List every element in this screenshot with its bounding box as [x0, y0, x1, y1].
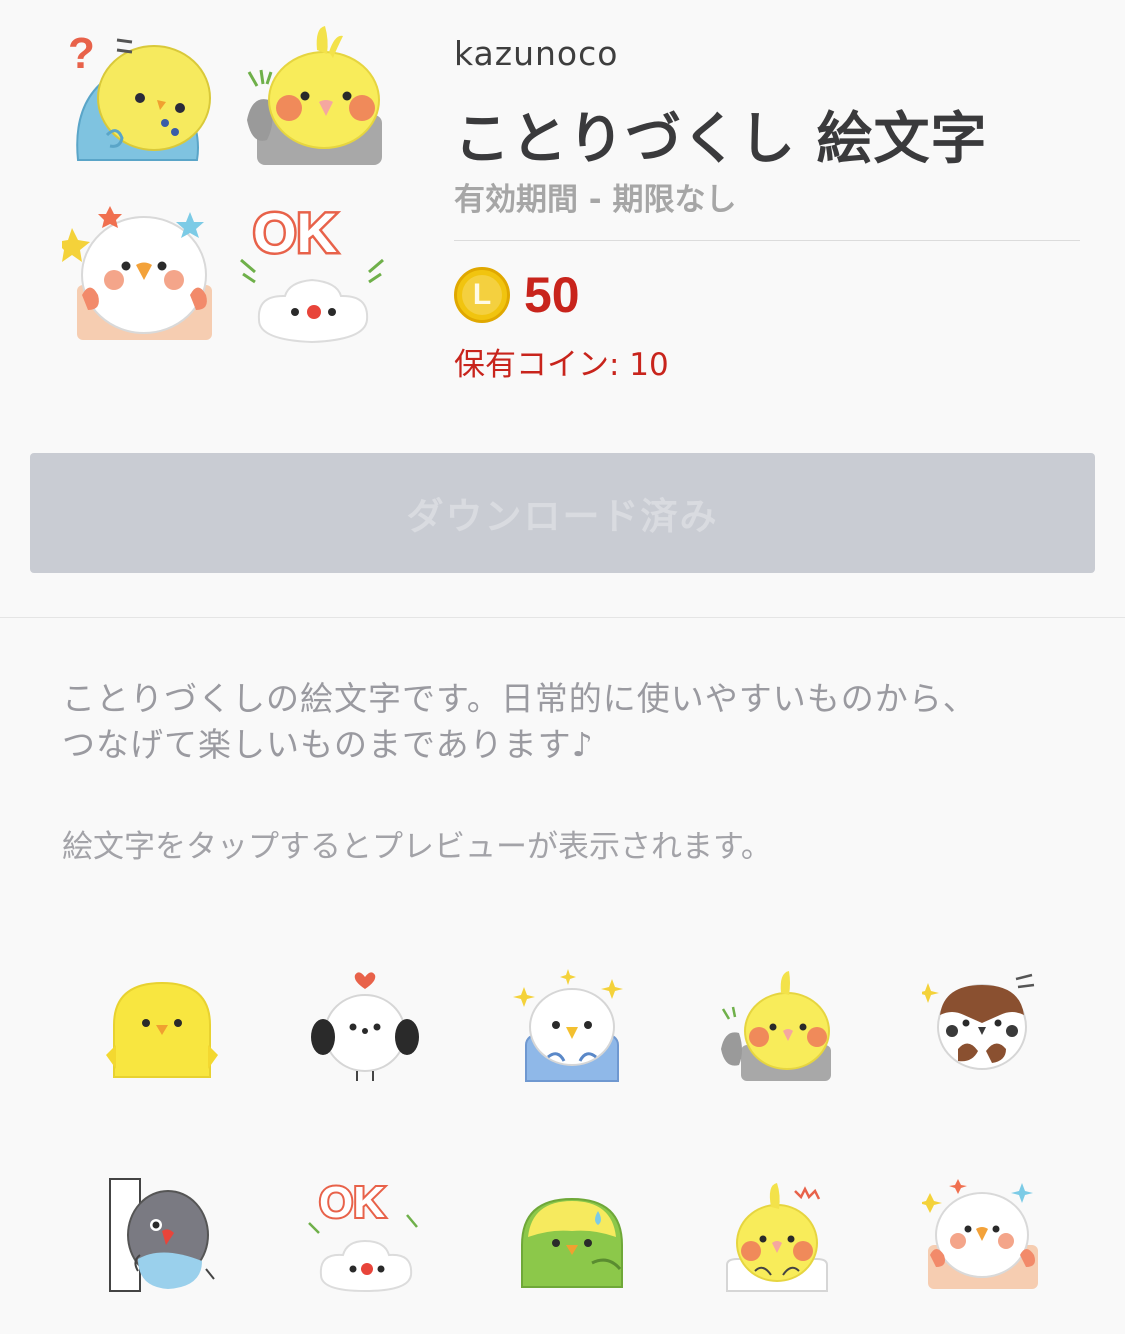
price-row: L 50	[454, 265, 1080, 325]
info-divider	[454, 240, 1080, 241]
thumbnail-preview: ? OK	[62, 20, 402, 350]
white-bird-heart-emoji[interactable]	[307, 965, 427, 1085]
lovebird-peek-emoji[interactable]	[102, 1175, 222, 1295]
preview-hint: 絵文字をタップするとプレビューが表示されます。	[62, 829, 772, 865]
green-parakeet-sweat-emoji[interactable]	[512, 1175, 632, 1295]
sticker-info: kazunoco ことりづくし 絵文字 有効期間 - 期限なし L 50 保有コ…	[454, 32, 1080, 385]
ok-bird-thumbnail: OK	[240, 200, 384, 344]
question-mark-text: ?	[68, 29, 95, 78]
parakeet-question-thumbnail: ?	[68, 29, 211, 161]
white-bird-peace-thumbnail	[62, 206, 212, 340]
description-line-1: ことりづくしの絵文字です。日常的に使いやすいものから、	[62, 679, 977, 718]
description: ことりづくしの絵文字です。日常的に使いやすいものから、 つなげて楽しいものまであ…	[62, 676, 1082, 768]
java-sparrow-ok-emoji[interactable]: OK	[307, 1175, 427, 1295]
downloaded-button[interactable]: ダウンロード済み	[30, 453, 1095, 573]
price-value: 50	[524, 267, 580, 323]
ok-text-small: OK	[319, 1178, 385, 1227]
sticker-header: ? OK kazunoco ことりづくし 絵文字 有効期間 - 期限なし L 5…	[0, 0, 1125, 440]
sparrow-emoji[interactable]	[922, 965, 1042, 1085]
author-name[interactable]: kazunoco	[454, 32, 1080, 76]
white-bird-peace-emoji[interactable]	[922, 1175, 1042, 1295]
description-line-2: つなげて楽しいものまであります♪	[62, 725, 594, 764]
ok-text: OK	[253, 201, 337, 264]
blue-parakeet-sparkle-emoji[interactable]	[512, 965, 632, 1085]
owned-coins: 保有コイン: 10	[454, 347, 669, 383]
section-divider	[0, 617, 1125, 618]
sticker-title: ことりづくし 絵文字	[454, 107, 988, 172]
yellow-chick-emoji[interactable]	[102, 965, 222, 1085]
cockatiel-thumbnail	[247, 26, 382, 165]
line-coin-icon: L	[454, 267, 510, 323]
cockatiel-surprised-emoji[interactable]	[717, 1175, 837, 1295]
validity-period: 有効期間 - 期限なし	[454, 182, 737, 218]
cockatiel-wave-emoji[interactable]	[717, 965, 837, 1085]
